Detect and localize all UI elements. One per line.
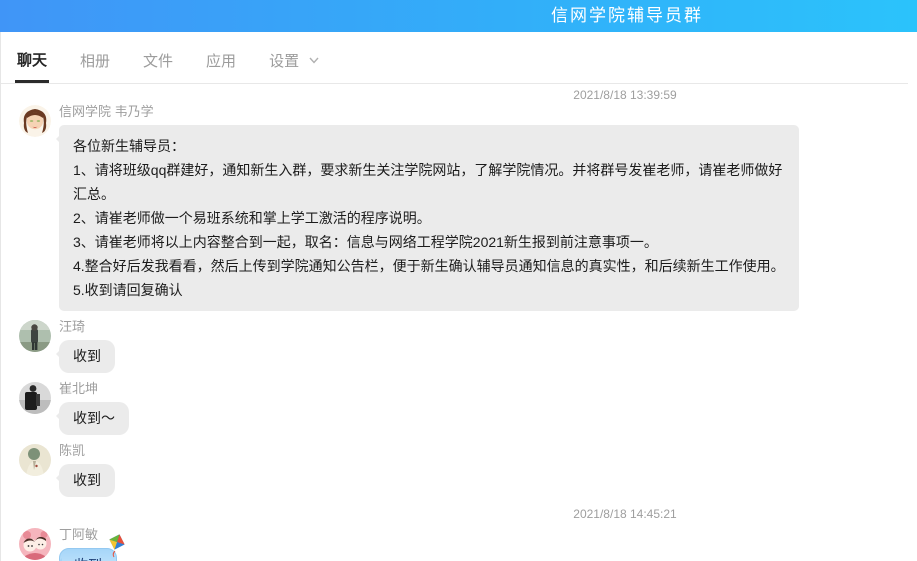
message-bubble-themed[interactable]: 收到 xyxy=(59,548,117,561)
tab-apps[interactable]: 应用 xyxy=(204,50,238,83)
chat-message-list: 2021/8/18 13:39:59 信网学院 韦乃学 各位新生辅导员： xyxy=(1,84,917,561)
pink-cartoon-couple-avatar-image xyxy=(19,528,51,560)
timestamp: 2021/8/18 14:45:21 xyxy=(314,497,917,525)
message-row-chenkai: 陈凯 收到 xyxy=(19,443,917,497)
group-title: 信网学院辅导员群 xyxy=(551,0,703,32)
cartoon-woman-avatar-image xyxy=(19,105,51,137)
tab-settings[interactable]: 设置 xyxy=(267,50,321,83)
bw-photo-avatar-image xyxy=(19,382,51,414)
message-bubble[interactable]: 收到～ xyxy=(59,402,129,435)
message-bubble[interactable]: 收到 xyxy=(59,464,115,497)
message-row-wangqi: 汪琦 收到 xyxy=(19,319,917,373)
message-line: 2、请崔老师做一个易班系统和掌上学工激活的程序说明。 xyxy=(73,206,785,230)
message-bubble[interactable]: 收到 xyxy=(59,340,115,373)
message-row-cuibeikun: 崔北坤 收到～ xyxy=(19,381,917,435)
tab-bar: 聊天 相册 文件 应用 设置 xyxy=(1,32,908,84)
kite-decoration-icon xyxy=(104,533,130,561)
sender-name: 崔北坤 xyxy=(59,381,129,397)
message-row-dingamin: 丁阿敏 收到 xyxy=(19,527,917,561)
avatar-wangqi[interactable] xyxy=(19,320,51,352)
message-line: 4.整合好后发我看看，然后上传到学院通知公告栏，便于新生确认辅导员通知信息的真实… xyxy=(73,254,785,278)
tab-settings-label: 设置 xyxy=(269,53,299,70)
timestamp: 2021/8/18 13:39:59 xyxy=(314,84,917,102)
message-line: 5.收到请回复确认 xyxy=(73,278,785,302)
tab-album[interactable]: 相册 xyxy=(78,50,112,83)
tab-chat[interactable]: 聊天 xyxy=(15,49,49,83)
avatar-dingamin[interactable] xyxy=(19,528,51,560)
message-line: 3、请崔老师将以上内容整合到一起，取名：信息与网络工程学院2021新生报到前注意… xyxy=(73,230,785,254)
chevron-down-icon xyxy=(309,53,319,70)
tab-files[interactable]: 文件 xyxy=(141,50,175,83)
sender-name: 信网学院 韦乃学 xyxy=(59,104,799,120)
message-text: 收到 xyxy=(74,557,102,561)
avatar-chenkai[interactable] xyxy=(19,444,51,476)
avatar-cuibeikun[interactable] xyxy=(19,382,51,414)
outdoor-photo-avatar-image xyxy=(19,320,51,352)
message-line: 各位新生辅导员： xyxy=(73,134,785,158)
group-title-bar: 信网学院辅导员群 xyxy=(0,0,917,32)
sender-name: 陈凯 xyxy=(59,443,115,459)
avatar-weinaixue[interactable] xyxy=(19,105,51,137)
message-line: 1、请将班级qq群建好，通知新生入群，要求新生关注学院网站，了解学院情况。并将群… xyxy=(73,158,785,206)
sender-name: 汪琦 xyxy=(59,319,115,335)
sketch-portrait-avatar-image xyxy=(19,444,51,476)
message-bubble-notice[interactable]: 各位新生辅导员： 1、请将班级qq群建好，通知新生入群，要求新生关注学院网站，了… xyxy=(59,125,799,311)
message-row-weinaixue: 信网学院 韦乃学 各位新生辅导员： 1、请将班级qq群建好，通知新生入群，要求新… xyxy=(19,104,917,311)
